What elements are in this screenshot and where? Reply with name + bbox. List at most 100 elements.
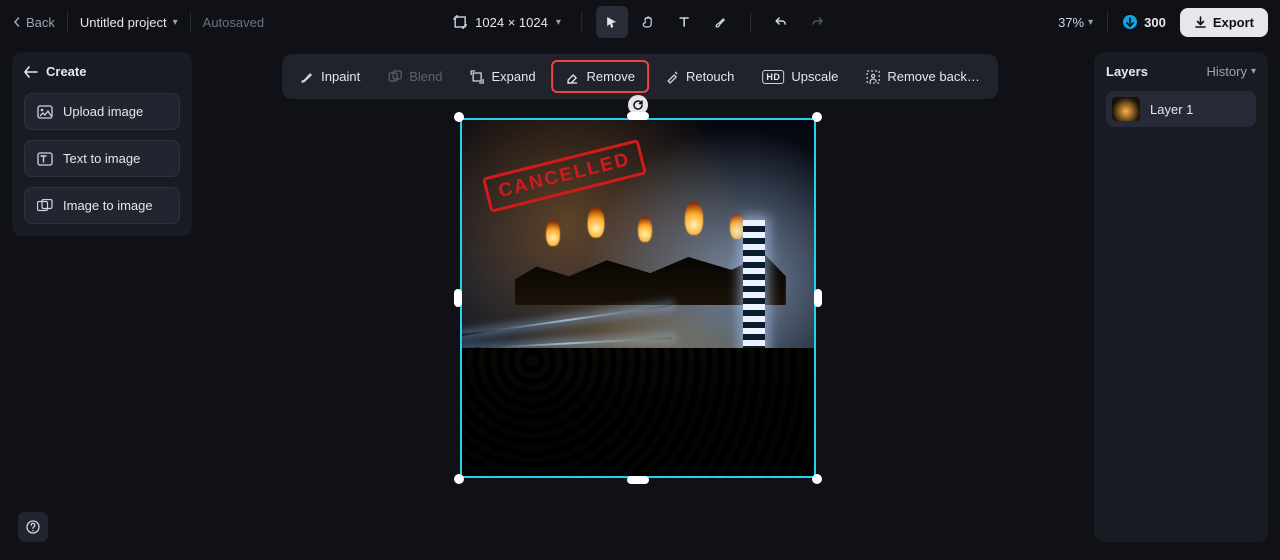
resize-handle-br[interactable]	[812, 474, 822, 484]
arrow-left-icon	[24, 66, 38, 78]
chevron-left-icon	[12, 17, 22, 27]
credit-icon	[1122, 14, 1138, 30]
upscale-label: Upscale	[791, 69, 838, 84]
hand-tool[interactable]	[632, 6, 664, 38]
undo-button[interactable]	[765, 6, 797, 38]
hand-icon	[641, 15, 655, 29]
resize-handle-tl[interactable]	[454, 112, 464, 122]
text-to-image-icon	[37, 152, 53, 166]
chevron-down-icon: ▾	[173, 17, 178, 28]
text-to-image-label: Text to image	[63, 151, 140, 166]
help-icon	[26, 520, 40, 534]
resize-handle-tr[interactable]	[812, 112, 822, 122]
resize-handle-bl[interactable]	[454, 474, 464, 484]
blend-icon	[388, 70, 402, 84]
inpaint-label: Inpaint	[321, 69, 360, 84]
upload-image-icon	[37, 105, 53, 119]
upscale-button[interactable]: HD Upscale	[750, 62, 850, 91]
chevron-down-icon: ▾	[556, 17, 561, 28]
retouch-icon	[665, 70, 679, 84]
resize-handle-mr[interactable]	[814, 289, 822, 307]
canvas-selection[interactable]: CANCELLED	[460, 118, 816, 478]
layers-panel: Layers History ▾ Layer 1	[1094, 52, 1268, 542]
remove-background-button[interactable]: Remove back…	[854, 62, 991, 91]
layers-header: Layers History ▾	[1106, 64, 1256, 79]
export-label: Export	[1213, 15, 1254, 30]
chevron-down-icon: ▾	[1088, 17, 1093, 28]
expand-label: Expand	[491, 69, 535, 84]
actions-bar: Inpaint Blend Expand Remove Retouch HD U…	[282, 54, 998, 99]
blend-label: Blend	[409, 69, 442, 84]
history-label: History	[1207, 64, 1247, 79]
export-button[interactable]: Export	[1180, 8, 1268, 37]
credits-value: 300	[1144, 15, 1166, 30]
text-icon	[677, 15, 691, 29]
remove-button[interactable]: Remove	[552, 60, 649, 93]
topbar-center: 1024 × 1024 ▾	[447, 6, 833, 38]
upload-image-button[interactable]: Upload image	[24, 93, 180, 130]
divider	[581, 12, 582, 32]
eraser-icon	[566, 70, 580, 84]
redo-button[interactable]	[801, 6, 833, 38]
image-to-image-icon	[37, 199, 53, 213]
dimensions-label: 1024 × 1024	[475, 15, 548, 30]
blend-button[interactable]: Blend	[376, 62, 454, 91]
brush-icon	[713, 15, 727, 29]
credits-button[interactable]: 300	[1122, 14, 1166, 30]
expand-icon	[470, 70, 484, 84]
refresh-icon	[632, 99, 644, 111]
upload-image-label: Upload image	[63, 104, 143, 119]
project-name-dropdown[interactable]: Untitled project ▾	[80, 15, 178, 30]
history-dropdown[interactable]: History ▾	[1207, 64, 1256, 79]
topbar: Back Untitled project ▾ Autosaved 1024 ×…	[0, 0, 1280, 44]
zoom-dropdown[interactable]: 37% ▾	[1058, 15, 1093, 30]
topbar-left: Back Untitled project ▾ Autosaved	[12, 12, 264, 32]
resize-handle-mb[interactable]	[627, 476, 649, 484]
retouch-label: Retouch	[686, 69, 734, 84]
create-header[interactable]: Create	[24, 64, 180, 79]
back-label: Back	[26, 15, 55, 30]
back-button[interactable]: Back	[12, 15, 55, 30]
create-sidebar: Create Upload image Text to image Image …	[12, 52, 192, 236]
inpaint-icon	[300, 70, 314, 84]
help-button[interactable]	[18, 512, 48, 542]
history-group	[765, 6, 833, 38]
brush-tool[interactable]	[704, 6, 736, 38]
chevron-down-icon: ▾	[1251, 66, 1256, 77]
zoom-label: 37%	[1058, 15, 1084, 30]
remove-label: Remove	[587, 69, 635, 84]
divider	[190, 12, 191, 32]
canvas-dimensions-button[interactable]: 1024 × 1024 ▾	[447, 11, 567, 34]
undo-icon	[774, 15, 788, 29]
resize-handle-mt[interactable]	[627, 112, 649, 120]
layer-item[interactable]: Layer 1	[1106, 91, 1256, 127]
download-icon	[1194, 16, 1207, 29]
layer-label: Layer 1	[1150, 102, 1193, 117]
topbar-right: 37% ▾ 300 Export	[1058, 8, 1268, 37]
tool-group	[596, 6, 736, 38]
pointer-tool[interactable]	[596, 6, 628, 38]
create-label: Create	[46, 64, 86, 79]
canvas-selection-area: CANCELLED	[460, 118, 816, 478]
inpaint-button[interactable]: Inpaint	[288, 62, 372, 91]
resize-handle-ml[interactable]	[454, 289, 462, 307]
pointer-icon	[605, 15, 619, 29]
layer-thumbnail	[1112, 97, 1140, 121]
image-to-image-button[interactable]: Image to image	[24, 187, 180, 224]
retouch-button[interactable]: Retouch	[653, 62, 746, 91]
project-name-label: Untitled project	[80, 15, 167, 30]
divider	[67, 12, 68, 32]
divider	[750, 12, 751, 32]
divider	[1107, 12, 1108, 32]
text-tool[interactable]	[668, 6, 700, 38]
remove-bg-label: Remove back…	[887, 69, 979, 84]
hd-icon: HD	[762, 70, 784, 84]
expand-button[interactable]: Expand	[458, 62, 547, 91]
autosaved-status: Autosaved	[203, 15, 264, 30]
text-to-image-button[interactable]: Text to image	[24, 140, 180, 177]
remove-bg-icon	[866, 70, 880, 84]
image-to-image-label: Image to image	[63, 198, 153, 213]
layers-title: Layers	[1106, 64, 1148, 79]
redo-icon	[810, 15, 824, 29]
crop-icon	[453, 15, 467, 29]
